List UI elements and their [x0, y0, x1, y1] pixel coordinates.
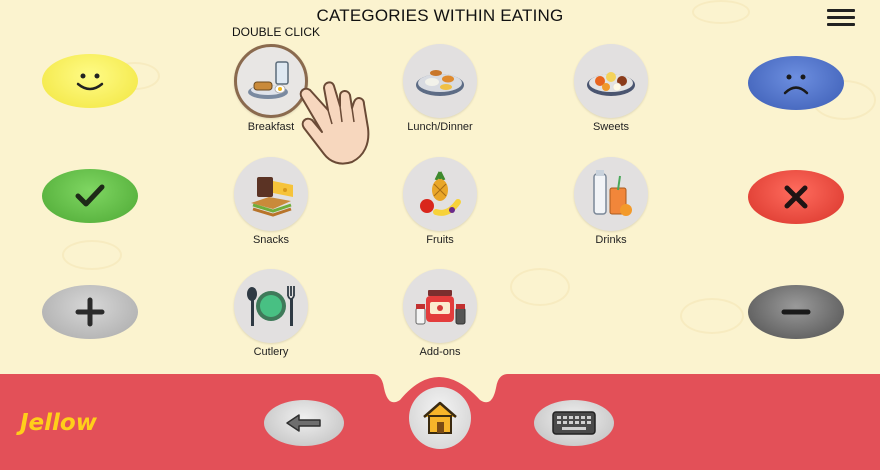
- page-title: CATEGORIES WITHIN EATING: [316, 6, 564, 25]
- category-snacks[interactable]: Snacks: [206, 157, 336, 246]
- less-button[interactable]: [748, 285, 844, 339]
- category-sweets[interactable]: Sweets: [546, 44, 676, 133]
- double-click-hint: DOUBLE CLICK: [232, 25, 321, 39]
- minus-icon: [781, 309, 811, 315]
- category-cutlery[interactable]: Cutlery: [206, 269, 336, 358]
- category-label: Cutlery: [253, 346, 289, 358]
- category-label: Lunch/Dinner: [407, 121, 473, 133]
- category-label: Sweets: [592, 121, 630, 133]
- keyboard-button[interactable]: [534, 400, 614, 446]
- category-lunch-dinner[interactable]: Lunch/Dinner: [375, 44, 505, 133]
- home-icon: [423, 401, 457, 434]
- sad-face-icon: [783, 74, 809, 95]
- back-arrow-icon: [286, 414, 321, 432]
- yes-button[interactable]: [42, 169, 138, 223]
- cross-icon: [784, 185, 808, 209]
- category-drinks[interactable]: Drinks: [546, 157, 676, 246]
- sweets-icon: [574, 44, 648, 118]
- category-label: Fruits: [426, 234, 454, 246]
- jellow-logo: Jellow: [20, 410, 97, 436]
- back-button[interactable]: [264, 400, 344, 446]
- plus-icon: [75, 297, 105, 327]
- category-label: Add-ons: [419, 346, 461, 358]
- background-swirl: [510, 268, 570, 306]
- category-fruits[interactable]: Fruits: [375, 157, 505, 246]
- keyboard-icon: [552, 411, 596, 435]
- cutlery-icon: [234, 269, 308, 343]
- like-button[interactable]: [42, 54, 138, 108]
- fruits-icon: [403, 157, 477, 231]
- dislike-button[interactable]: [748, 56, 844, 110]
- lunch-dinner-icon: [403, 44, 477, 118]
- category-label: Drinks: [595, 234, 627, 246]
- background-swirl: [62, 240, 122, 270]
- drinks-icon: [574, 157, 648, 231]
- category-add-ons[interactable]: Add-ons: [375, 269, 505, 358]
- home-button[interactable]: [409, 387, 471, 449]
- add-ons-icon: [403, 269, 477, 343]
- background-swirl: [680, 298, 744, 334]
- no-button[interactable]: [748, 170, 844, 224]
- more-button[interactable]: [42, 285, 138, 339]
- category-label: Snacks: [252, 234, 290, 246]
- hamburger-menu-icon[interactable]: [827, 9, 855, 26]
- checkmark-icon: [75, 184, 105, 207]
- smiley-face-icon: [76, 73, 104, 91]
- hand-pointer-icon: [299, 81, 370, 165]
